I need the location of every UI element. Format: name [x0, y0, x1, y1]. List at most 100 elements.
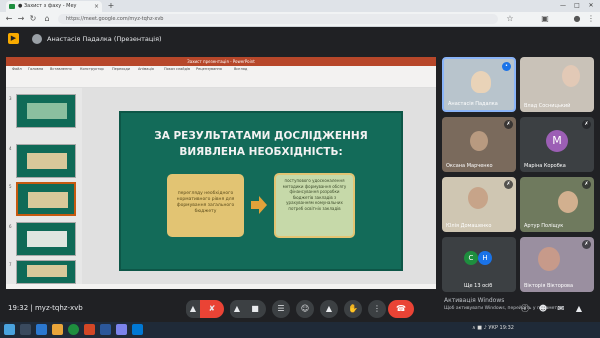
- ribbon-tab-animations: Анімація: [138, 67, 154, 71]
- participant-initial-avatar: M: [546, 129, 568, 152]
- minimize-button[interactable]: —: [556, 0, 570, 12]
- slide-thumbnail-selected[interactable]: [16, 182, 76, 216]
- more-options-button[interactable]: ⋮: [368, 300, 386, 318]
- speaking-indicator-icon: •: [502, 62, 511, 71]
- task-view-icon[interactable]: [36, 324, 47, 335]
- mic-off-icon: ✗: [582, 180, 591, 189]
- reload-icon[interactable]: ↻: [28, 13, 38, 25]
- emoji-button[interactable]: ☺: [296, 300, 314, 318]
- mic-off-icon: ✗: [504, 120, 513, 129]
- extensions-icon[interactable]: ▣: [540, 13, 550, 25]
- captions-button[interactable]: ☰: [272, 300, 290, 318]
- maximize-button[interactable]: □: [570, 0, 584, 12]
- system-tray: ∧ ■ ♪ УКР 19:32: [472, 325, 514, 331]
- thumbnail-number: 3: [9, 96, 12, 101]
- close-window-button[interactable]: ✕: [584, 0, 598, 12]
- meet-logo-icon: ▶: [8, 33, 19, 44]
- slide-title: ЗА РЕЗУЛЬТАТАМИ ДОСЛІДЖЕННЯ ВИЯВЛЕНА НЕО…: [154, 130, 368, 158]
- browser-tab-title: ● Захист з фаху - Меу: [18, 3, 77, 9]
- url-field[interactable]: https://meet.google.com/myz-tqhz-xvb: [58, 14, 498, 24]
- participant-tile-more[interactable]: С Н Ще 13 осіб: [442, 237, 516, 292]
- participant-name: Вікторія Вікторова: [524, 283, 574, 289]
- ribbon-tab-review: Рецензування: [196, 67, 222, 71]
- ribbon-tab-view: Вигляд: [234, 67, 248, 71]
- participant-face: [562, 65, 580, 87]
- activities-icon[interactable]: ▲: [570, 300, 588, 318]
- powerpoint-status-bar: [6, 284, 436, 289]
- participant-name: Маріна Коробка: [524, 163, 566, 169]
- tab-close-icon[interactable]: ×: [94, 1, 99, 12]
- chrome-icon[interactable]: [68, 324, 79, 335]
- participant-tile[interactable]: Влад Сосницький: [520, 57, 594, 112]
- participant-face: [468, 187, 488, 209]
- meeting-info-icon[interactable]: ⓘ: [516, 300, 534, 318]
- forward-icon[interactable]: →: [16, 13, 26, 25]
- participant-name: Оксана Марченко: [446, 163, 493, 169]
- new-tab-button[interactable]: +: [106, 1, 116, 11]
- meet-favicon-icon: [9, 4, 15, 9]
- bookmark-star-icon[interactable]: ☆: [505, 13, 515, 25]
- chat-icon[interactable]: ✉: [552, 300, 570, 318]
- participant-name: Юлія Домашенко: [446, 223, 492, 229]
- participant-tile[interactable]: • Анастасія Падалка: [442, 57, 516, 112]
- browser-tab[interactable]: ● Захист з фаху - Меу ×: [6, 1, 102, 12]
- ribbon-tab-file: Файл: [12, 67, 22, 71]
- participant-name: Артур Поліщук: [524, 223, 564, 229]
- thumbnail-number: 4: [9, 146, 12, 151]
- people-icon[interactable]: ☻: [534, 300, 552, 318]
- meeting-time-and-code: 19:32 | myz-tqhz-xvb: [8, 304, 83, 312]
- participant-name: Анастасія Падалка: [448, 101, 498, 107]
- video-options-button[interactable]: ▲: [230, 300, 244, 318]
- participant-tile[interactable]: ✗ Артур Поліщук: [520, 177, 594, 232]
- ribbon-tab-insert: Вставлення: [50, 67, 72, 71]
- participant-face: [471, 71, 491, 93]
- participant-tile[interactable]: ✗ Оксана Марченко: [442, 117, 516, 172]
- participant-tile[interactable]: ✗ Вікторія Вікторова: [520, 237, 594, 292]
- slide-box-left-text: перегляду необхідного нормативного рівня…: [176, 191, 235, 214]
- slide-thumbnail[interactable]: [16, 144, 76, 178]
- ribbon-tab-design: Конструктор: [80, 67, 104, 71]
- camera-button[interactable]: ■: [244, 300, 266, 318]
- mic-off-icon: ✗: [504, 180, 513, 189]
- slide-thumbnail[interactable]: [16, 260, 76, 284]
- presenter-avatar: [32, 34, 42, 44]
- more-participants-avatar: С: [464, 251, 478, 265]
- participant-tile[interactable]: ✗ Юлія Домашенко: [442, 177, 516, 232]
- mic-off-icon: ✗: [582, 240, 591, 249]
- search-icon[interactable]: [20, 324, 31, 335]
- file-explorer-icon[interactable]: [52, 324, 63, 335]
- back-icon[interactable]: ←: [4, 13, 14, 25]
- powerpoint-title-bar: Захист презентація - PowerPoint: [6, 57, 436, 66]
- profile-icon[interactable]: ●: [572, 13, 582, 25]
- thumbnail-number: 6: [9, 224, 12, 229]
- more-participants-label: Ще 13 осіб: [464, 283, 493, 289]
- participant-face: [470, 131, 488, 151]
- more-participants-avatar: Н: [478, 251, 492, 265]
- start-icon[interactable]: [4, 324, 15, 335]
- slide-box-right-text: поступового удосконалення методики форму…: [282, 178, 347, 211]
- slide-thumbnail[interactable]: [16, 222, 76, 256]
- present-button[interactable]: ▲: [320, 300, 338, 318]
- right-arrow-icon: [251, 196, 267, 214]
- participant-name: Влад Сосницький: [524, 103, 571, 109]
- edge-icon[interactable]: [132, 324, 143, 335]
- thumbnail-number: 5: [9, 184, 12, 189]
- teams-icon[interactable]: [116, 324, 127, 335]
- presenter-label: Анастасія Падалка (Презентація): [47, 35, 162, 43]
- leave-call-button[interactable]: ☎: [388, 300, 414, 318]
- ribbon-tab-slideshow: Показ слайдів: [164, 67, 191, 71]
- home-icon[interactable]: ⌂: [42, 13, 52, 25]
- ribbon-tab-home: Головна: [28, 67, 44, 71]
- participant-tile[interactable]: M ✗ Маріна Коробка: [520, 117, 594, 172]
- ribbon-tab-transitions: Переходи: [112, 67, 131, 71]
- powerpoint-icon[interactable]: [84, 324, 95, 335]
- microphone-off-button[interactable]: ✘: [200, 300, 224, 318]
- raise-hand-button[interactable]: ✋: [344, 300, 362, 318]
- participant-face: [558, 191, 578, 213]
- participant-face: [538, 247, 560, 271]
- audio-options-button[interactable]: ▲: [186, 300, 200, 318]
- slide-thumbnail[interactable]: [16, 94, 76, 128]
- word-icon[interactable]: [100, 324, 111, 335]
- mic-off-icon: ✗: [582, 120, 591, 129]
- browser-menu-icon[interactable]: ⋮: [586, 13, 596, 25]
